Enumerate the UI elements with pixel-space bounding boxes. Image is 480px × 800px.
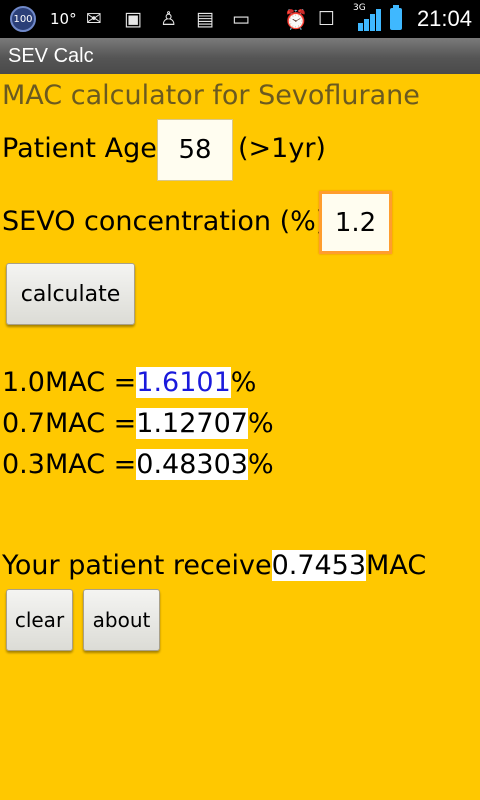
- sd-card-icon: ▭: [232, 8, 250, 30]
- result-value: 1.6101: [136, 367, 231, 398]
- sevo-concentration-label: SEVO concentration (%): [2, 206, 327, 237]
- patient-receive-row: Your patient receive 0.7453 MAC: [2, 550, 426, 581]
- result-row-1-0-mac: 1.0MAC = 1.6101%: [2, 367, 256, 398]
- result-unit: %: [247, 408, 274, 439]
- result-label: 1.0MAC =: [2, 367, 137, 398]
- page-title: MAC calculator for Sevoflurane: [2, 80, 420, 111]
- app-notification-icon: ▤: [196, 8, 214, 30]
- temperature-text: 10°: [50, 10, 77, 28]
- calculate-button[interactable]: calculate: [6, 263, 135, 325]
- result-unit: %: [230, 367, 257, 398]
- status-bar: 100 10° ✉ ▣ ♙ ▤ ▭ ⏰ ☐ 3G 21:04: [0, 0, 480, 38]
- about-button[interactable]: about: [83, 589, 160, 651]
- battery-icon: [390, 5, 402, 30]
- patient-age-label: Patient Age: [2, 133, 157, 164]
- result-label: 0.3MAC =: [2, 449, 137, 480]
- result-row-0-7-mac: 0.7MAC = 1.12707%: [2, 408, 274, 439]
- result-unit: %: [247, 449, 274, 480]
- clear-button[interactable]: clear: [6, 589, 73, 651]
- gallery-icon: ▣: [124, 8, 142, 30]
- silent-mode-icon: ☐: [318, 8, 336, 30]
- receive-prefix: Your patient receive: [2, 550, 272, 581]
- result-value: 1.12707: [136, 408, 248, 439]
- mail-icon: ✉: [86, 8, 102, 30]
- result-value: 0.48303: [136, 449, 248, 480]
- result-row-0-3-mac: 0.3MAC = 0.48303%: [2, 449, 274, 480]
- receive-value: 0.7453: [271, 550, 367, 581]
- sevo-concentration-input[interactable]: 1.2: [319, 191, 392, 254]
- alarm-icon: ⏰: [284, 8, 308, 31]
- app-title-bar: SEV Calc: [0, 38, 480, 74]
- add-contact-icon: ♙: [160, 8, 178, 30]
- signal-strength-icon: [350, 7, 381, 31]
- age-hint-label: (>1yr): [238, 133, 326, 164]
- clock: 21:04: [416, 6, 472, 31]
- notification-badge-icon: 100: [10, 6, 36, 32]
- receive-suffix: MAC: [366, 550, 427, 581]
- patient-age-input[interactable]: 58: [157, 119, 233, 181]
- result-label: 0.7MAC =: [2, 408, 137, 439]
